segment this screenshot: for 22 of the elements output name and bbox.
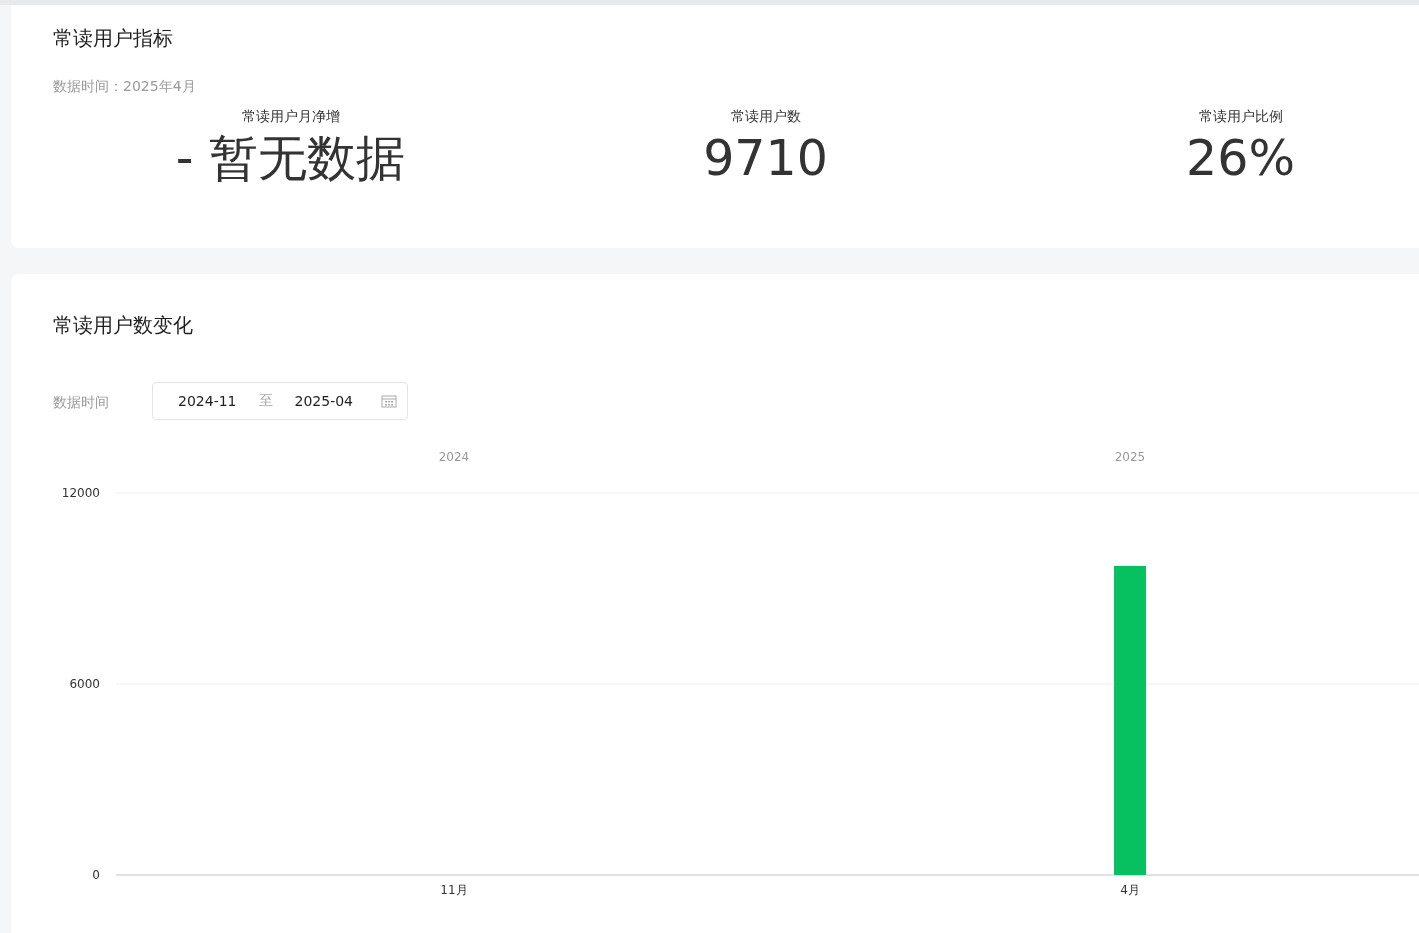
- x-tick-label: 11月: [440, 883, 468, 897]
- calendar-icon: [381, 394, 397, 408]
- card-title: 常读用户指标: [53, 25, 174, 52]
- metric-label: 常读用户月净增: [241, 108, 340, 126]
- y-tick-label: 12000: [61, 486, 100, 500]
- metric-label: 常读用户比例: [1198, 108, 1283, 126]
- year-label: 2025: [1114, 450, 1146, 464]
- x-tick-label: 4月: [1120, 883, 1140, 897]
- filter-label: 数据时间: [53, 393, 110, 412]
- y-tick-label: 6000: [69, 677, 100, 691]
- metric-label: 常读用户数: [730, 108, 801, 126]
- metric-value: 26%: [1186, 129, 1295, 189]
- card-title: 常读用户数变化: [53, 312, 194, 339]
- date-range-picker[interactable]: 2024-11 至 2025-04: [152, 382, 408, 420]
- metric-value: 9710: [703, 129, 828, 189]
- end-date: 2025-04: [294, 393, 353, 409]
- data-time: 数据时间：2025年4月: [53, 78, 197, 96]
- y-tick-label: 0: [92, 868, 100, 882]
- start-date: 2024-11: [178, 393, 237, 409]
- metric-value: - 暂无数据: [175, 129, 406, 189]
- year-label: 2024: [438, 450, 470, 464]
- range-separator: 至: [258, 392, 273, 410]
